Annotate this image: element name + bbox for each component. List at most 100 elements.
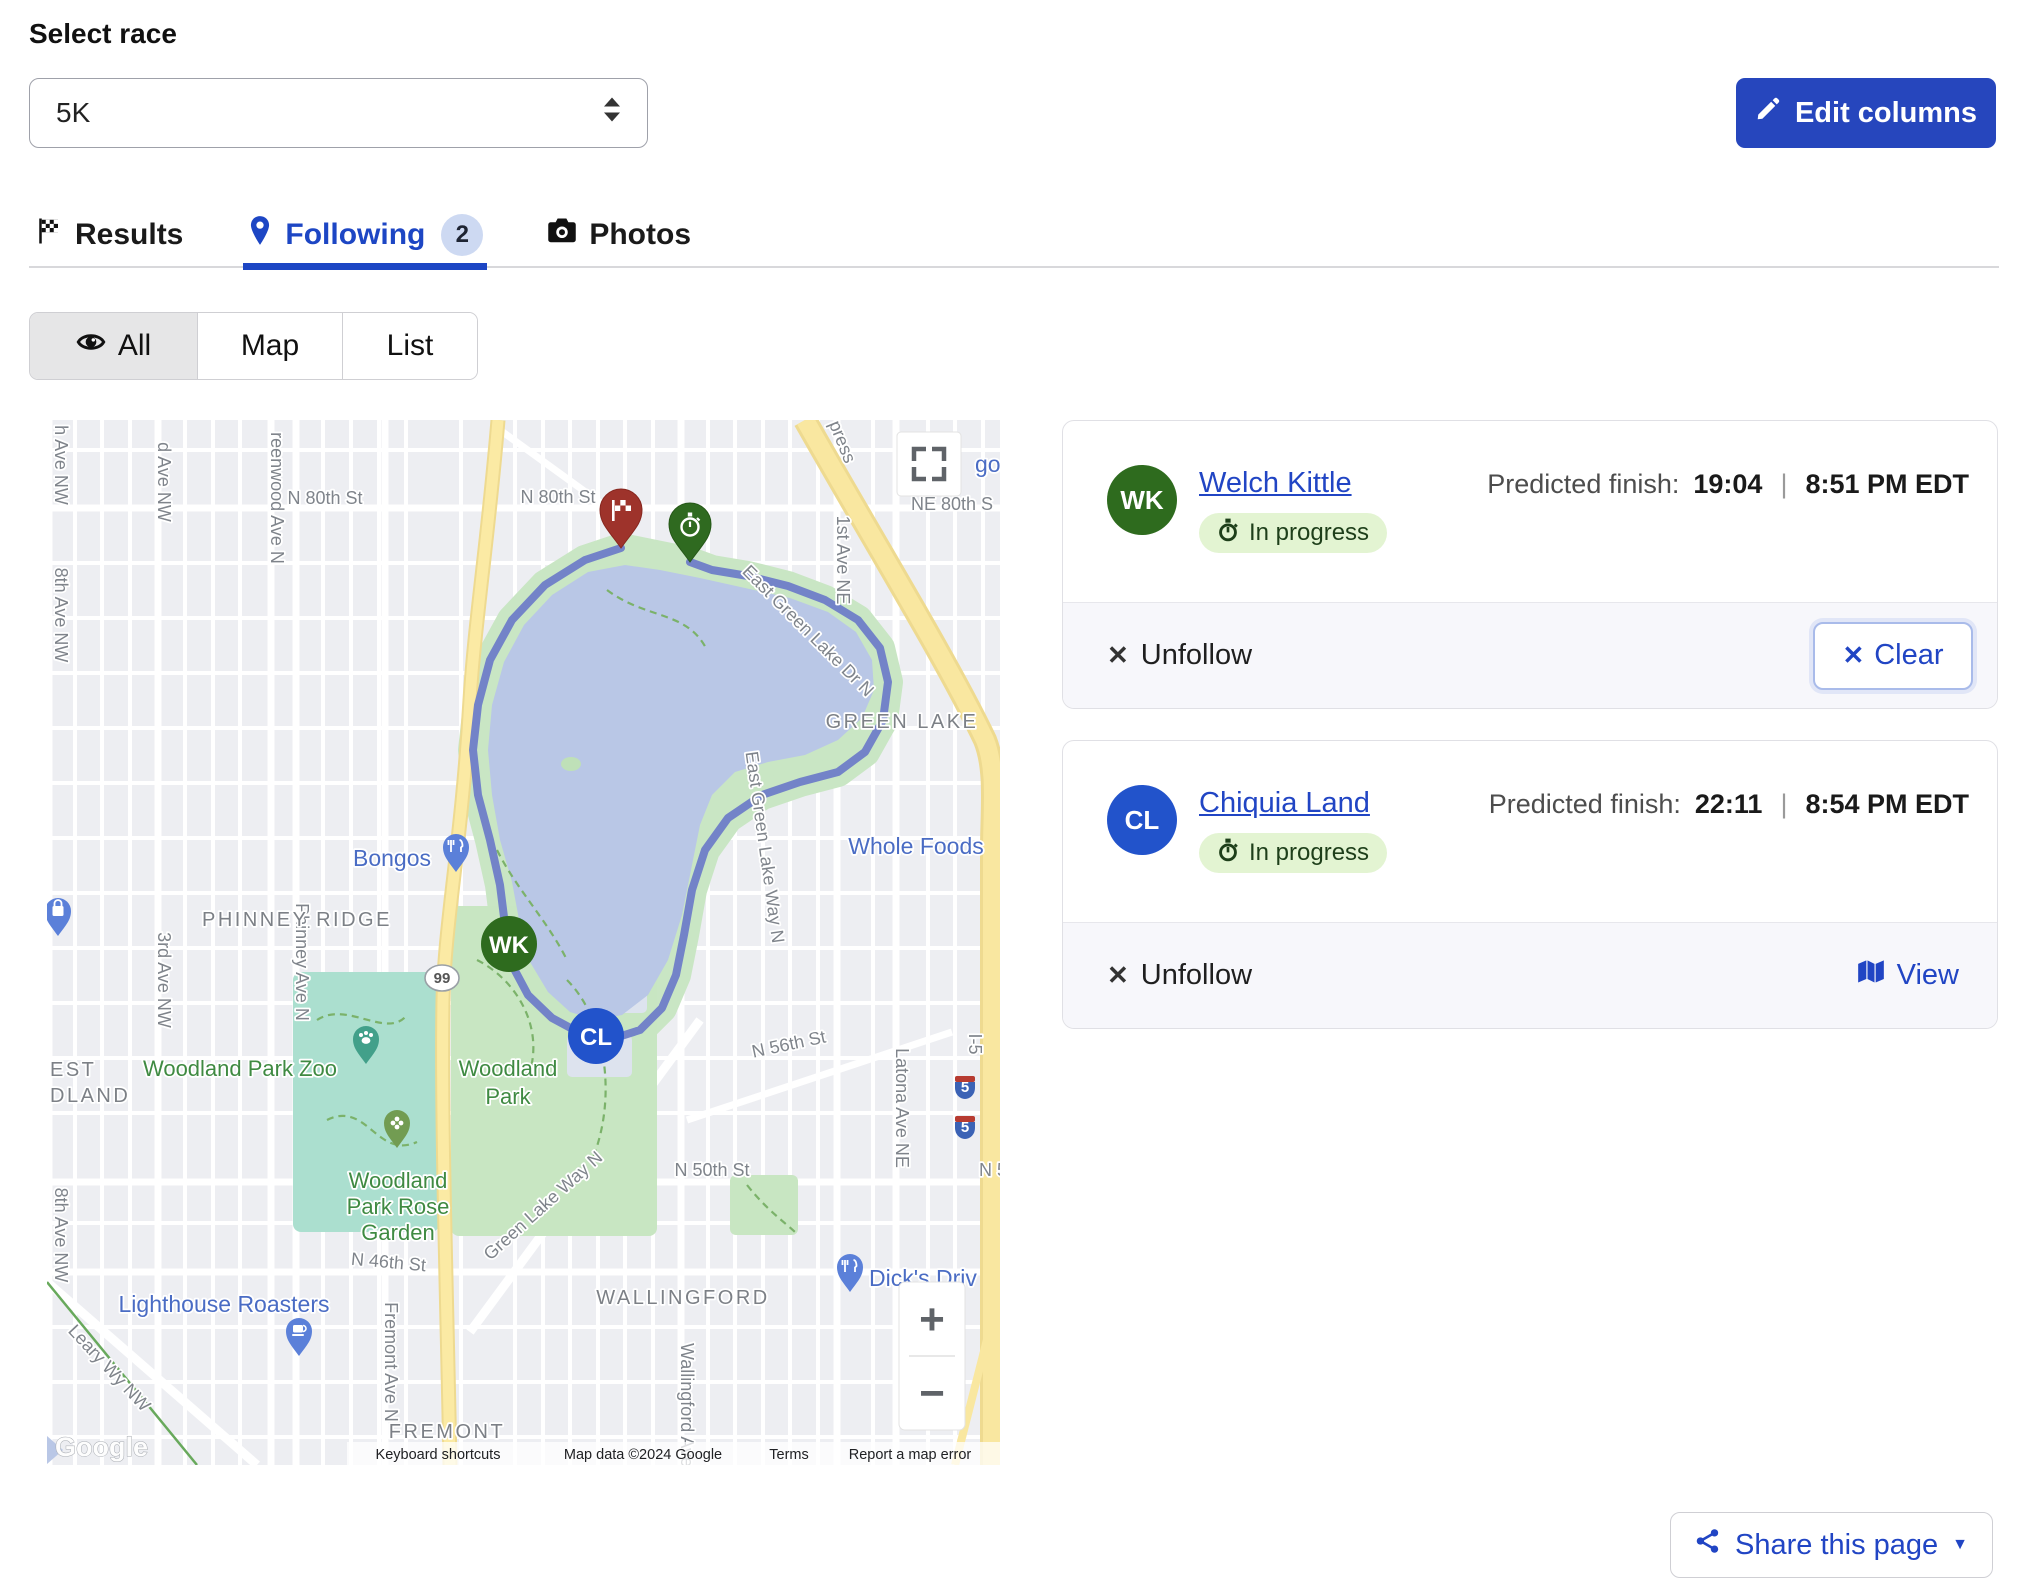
svg-text:N 80th St: N 80th St: [287, 488, 362, 508]
checkered-flag-icon: [33, 216, 63, 254]
svg-text:1st Ave NE: 1st Ave NE: [833, 516, 853, 605]
svg-text:3rd Ave NW: 3rd Ave NW: [154, 932, 174, 1028]
svg-text:WALLINGFORD: WALLINGFORD: [596, 1287, 769, 1309]
following-count-badge: 2: [441, 214, 483, 256]
svg-text:DLAND: DLAND: [50, 1085, 130, 1107]
unfollow-button[interactable]: ✕ Unfollow: [1107, 959, 1252, 992]
predicted-finish-label: Predicted finish:: [1489, 789, 1681, 820]
follower-card: CL Chiquia Land Predicted finish: 22:11 …: [1062, 740, 1998, 1029]
svg-text:Fremont Ave N: Fremont Ave N: [381, 1302, 401, 1422]
svg-text:EST: EST: [50, 1059, 96, 1081]
select-race-label: Select race: [29, 18, 177, 50]
runner-name-link[interactable]: Welch Kittle: [1199, 467, 1352, 500]
svg-text:5: 5: [961, 1079, 969, 1096]
select-sort-icon: [601, 95, 623, 132]
stopwatch-icon: [1217, 838, 1239, 869]
svg-text:h Ave NW: h Ave NW: [51, 425, 71, 505]
eye-icon: [76, 329, 106, 363]
race-tracking-page: Select race 5K Edit columns Results Foll…: [0, 0, 2028, 1596]
tab-following[interactable]: Following 2: [243, 202, 487, 268]
svg-text:Latona Ave NE: Latona Ave NE: [892, 1048, 912, 1168]
svg-text:NE 80th S: NE 80th S: [911, 494, 993, 514]
svg-text:Bongos: Bongos: [353, 845, 431, 871]
predicted-clock-time: 8:51 PM EDT: [1805, 469, 1969, 500]
avatar: WK: [1107, 465, 1177, 535]
svg-text:N 5: N 5: [979, 1160, 1000, 1180]
svg-text:N 80th St: N 80th St: [520, 487, 595, 507]
svg-text:8th Ave NW: 8th Ave NW: [51, 1188, 71, 1283]
svg-text:d Ave NW: d Ave NW: [154, 442, 174, 522]
map-icon: [1857, 959, 1885, 993]
predicted-finish-label: Predicted finish:: [1487, 469, 1679, 500]
predicted-chip-time: 22:11: [1695, 789, 1763, 820]
fullscreen-button[interactable]: [897, 432, 961, 496]
share-icon: [1695, 1528, 1721, 1562]
zoom-control: + −: [899, 1282, 965, 1430]
stopwatch-icon: [1217, 518, 1239, 549]
close-icon: ✕: [1107, 640, 1129, 671]
zoom-out-button[interactable]: −: [919, 1369, 945, 1418]
svg-text:Garden: Garden: [361, 1220, 434, 1245]
runner-marker-wk[interactable]: WK: [481, 916, 537, 972]
follower-card: WK Welch Kittle Predicted finish: 19:04 …: [1062, 420, 1998, 709]
svg-text:99: 99: [434, 970, 451, 987]
i5-shield: 5: [955, 1076, 975, 1099]
tab-bar: Results Following 2 Photos: [29, 202, 1999, 268]
svg-text:GREEN LAKE: GREEN LAKE: [826, 711, 979, 733]
clear-button[interactable]: ✕ Clear: [1813, 622, 1973, 690]
predicted-clock-time: 8:54 PM EDT: [1805, 789, 1969, 820]
status-badge: In progress: [1199, 513, 1387, 553]
svg-text:Lighthouse Roasters: Lighthouse Roasters: [119, 1291, 330, 1317]
pencil-icon: [1755, 96, 1781, 130]
svg-text:Woodland Park Zoo: Woodland Park Zoo: [143, 1056, 337, 1081]
status-badge: In progress: [1199, 833, 1387, 873]
race-select-dropdown[interactable]: 5K: [29, 78, 648, 148]
close-icon: ✕: [1107, 960, 1129, 991]
avatar: CL: [1107, 785, 1177, 855]
svg-text:CL: CL: [580, 1024, 612, 1051]
svg-text:go: go: [975, 451, 1000, 477]
runner-name-link[interactable]: Chiquia Land: [1199, 787, 1370, 820]
zoom-in-button[interactable]: +: [919, 1295, 945, 1344]
edit-columns-button[interactable]: Edit columns: [1736, 78, 1996, 148]
svg-text:PHINNEY RIDGE: PHINNEY RIDGE: [202, 909, 392, 931]
zoo-area: [293, 972, 439, 1232]
report-map-error-link[interactable]: Report a map error: [849, 1447, 972, 1463]
hwy-99-shield: 99: [425, 965, 459, 991]
camera-icon: [547, 217, 577, 253]
svg-text:8th Ave NW: 8th Ave NW: [51, 568, 71, 663]
keyboard-shortcuts-link[interactable]: Keyboard shortcuts: [376, 1447, 501, 1463]
svg-text:reenwood Ave N: reenwood Ave N: [267, 432, 287, 564]
svg-text:WK: WK: [489, 932, 530, 959]
svg-text:I-5: I-5: [965, 1033, 985, 1054]
view-toggle-all[interactable]: All: [30, 313, 197, 379]
svg-text:Woodland: Woodland: [349, 1168, 448, 1193]
tab-results[interactable]: Results: [29, 202, 187, 268]
map-data-label: Map data ©2024 Google: [564, 1447, 722, 1463]
i5-shield: 5: [955, 1116, 975, 1139]
google-logo: Google: [55, 1432, 148, 1462]
tab-photos[interactable]: Photos: [543, 202, 695, 268]
view-toggle: All Map List: [29, 312, 478, 380]
svg-text:Park: Park: [485, 1084, 531, 1109]
svg-text:Whole Foods: Whole Foods: [848, 833, 984, 859]
svg-text:Woodland: Woodland: [459, 1056, 558, 1081]
predicted-chip-time: 19:04: [1693, 469, 1762, 500]
course-map[interactable]: N 80th St N 80th St NE 80th S h Ave NW 8…: [47, 420, 1000, 1465]
location-pin-icon: [247, 215, 273, 255]
caret-down-icon: ▼: [1952, 1536, 1968, 1554]
terms-link[interactable]: Terms: [769, 1447, 808, 1463]
view-button[interactable]: View: [1857, 959, 1973, 993]
svg-text:Park Rose: Park Rose: [347, 1194, 450, 1219]
unfollow-button[interactable]: ✕ Unfollow: [1107, 639, 1252, 672]
svg-text:N 50th St: N 50th St: [674, 1160, 749, 1180]
runner-marker-cl[interactable]: CL: [568, 1008, 624, 1064]
svg-text:5: 5: [961, 1119, 969, 1136]
close-icon: ✕: [1842, 640, 1864, 671]
duck-island: [561, 757, 581, 771]
svg-text:FREMONT: FREMONT: [389, 1421, 505, 1443]
race-select-value: 5K: [56, 97, 90, 129]
view-toggle-list[interactable]: List: [342, 313, 477, 379]
share-page-button[interactable]: Share this page ▼: [1670, 1512, 1993, 1578]
view-toggle-map[interactable]: Map: [197, 313, 342, 379]
